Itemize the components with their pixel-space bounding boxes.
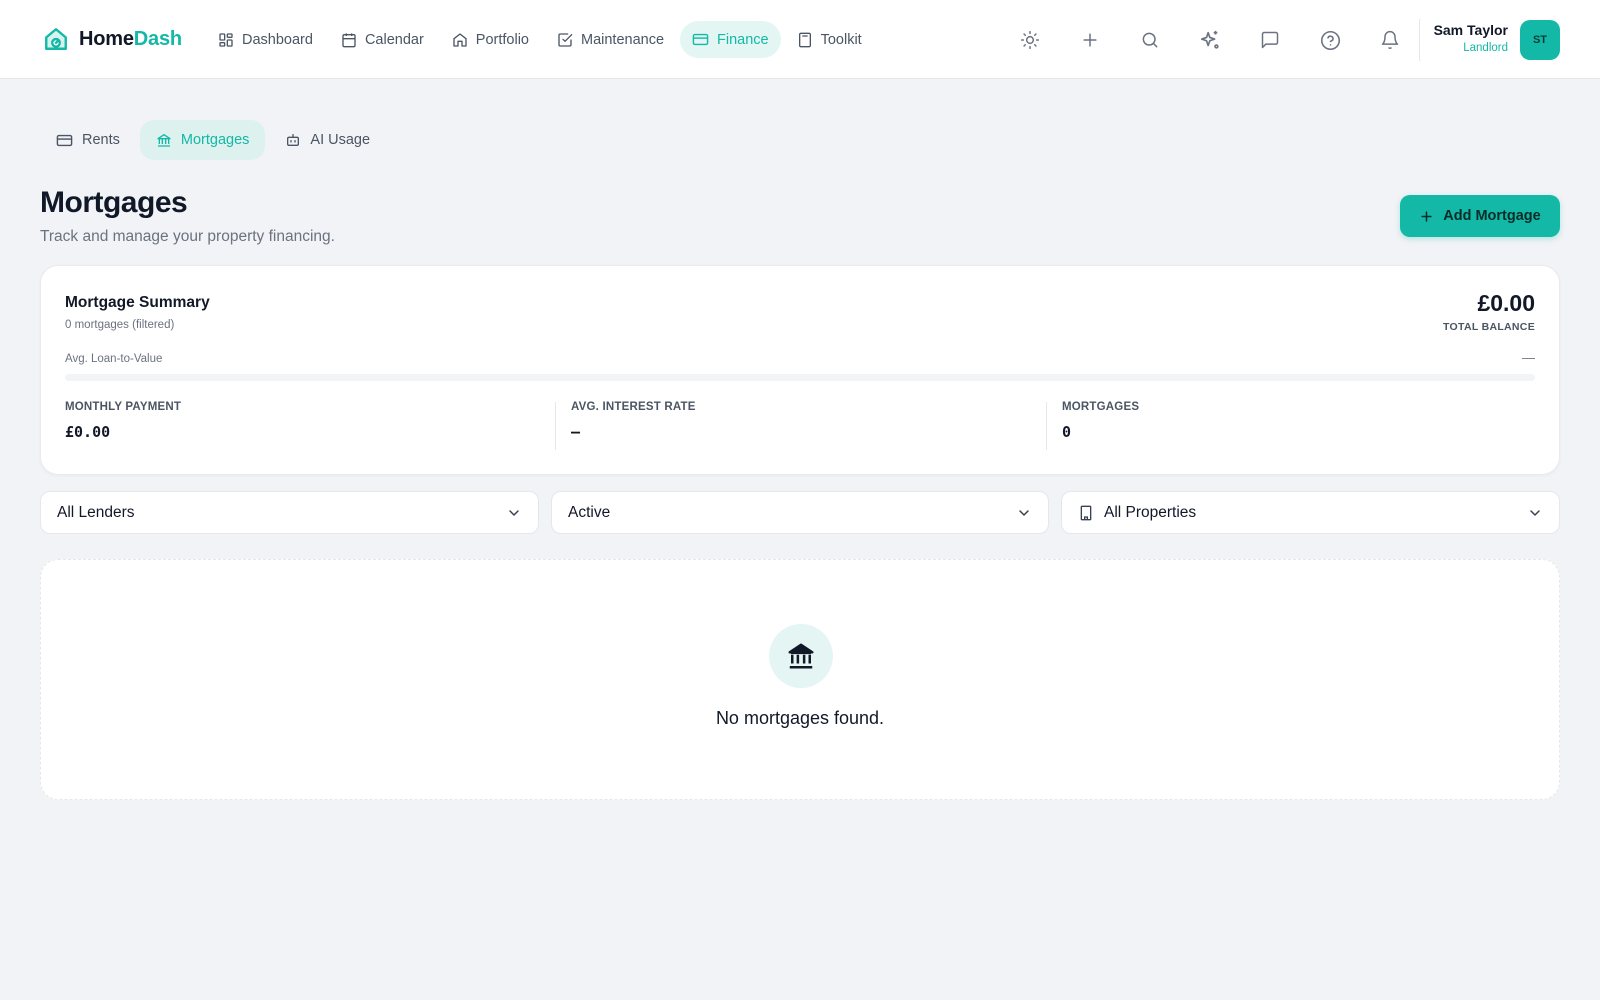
mortgage-summary-card: Mortgage Summary 0 mortgages (filtered) … [40,265,1560,475]
summary-title: Mortgage Summary [65,294,210,311]
tab-label: Rents [82,132,120,148]
nav-item-label: Calendar [364,31,424,48]
tab-mortgages[interactable]: Mortgages [139,120,266,160]
calculator-icon [797,32,813,48]
nav-item-calendar[interactable]: Calendar [329,21,436,58]
stat-value: 0 [1062,423,1072,441]
ltv-value: — [1522,350,1535,365]
property-filter-select[interactable]: All Properties [1061,491,1560,534]
sparkles-icon[interactable] [1180,27,1240,53]
stat-label: MONTHLY PAYMENT [65,401,182,413]
lender-filter-select[interactable]: All Lenders [40,491,539,534]
sun-icon[interactable] [1000,27,1060,53]
lender-filter-value: All Lenders [57,503,135,521]
nav-item-label: Toolkit [820,31,862,48]
grid-icon [218,32,234,48]
plus-icon[interactable] [1060,27,1120,53]
nav-item-toolkit[interactable]: Toolkit [785,21,874,58]
stat-label: MORTGAGES [1062,401,1140,413]
nav-item-dashboard[interactable]: Dashboard [206,21,325,58]
tab-label: AI Usage [310,132,371,148]
calendar-icon [341,32,357,48]
tab-rents[interactable]: Rents [40,120,136,160]
bank-icon [156,132,172,148]
page-title: Mortgages [40,186,188,219]
total-balance-label: TOTAL BALANCE [1443,321,1535,333]
status-filter-select[interactable]: Active [551,491,1049,534]
mortgages-empty-state: No mortgages found. [40,559,1560,800]
summary-subtitle: 0 mortgages (filtered) [65,319,175,331]
status-filter-value: Active [568,503,611,521]
brand-name: HomeDash [79,27,182,50]
chevron-down-icon [1527,505,1543,521]
chevron-down-icon [1016,505,1032,521]
nav-item-label: Finance [717,31,769,48]
plus-icon [1419,209,1434,224]
bank-icon [769,624,833,688]
bot-icon [285,132,301,148]
stat-value: — [571,423,581,441]
home-icon [452,32,468,48]
credit-card-icon [692,31,709,48]
nav-item-label: Portfolio [475,31,529,48]
checkbox-icon [557,32,573,48]
user-name: Sam Taylor [1433,22,1508,38]
stat-divider [1046,402,1047,450]
logo[interactable]: HomeDash [43,26,182,52]
total-balance-value: £0.00 [1477,290,1535,316]
tab-label: Mortgages [180,132,250,148]
empty-state-message: No mortgages found. [715,708,885,728]
avatar[interactable]: ST [1520,20,1560,60]
property-filter-value: All Properties [1104,503,1197,521]
nav-item-maintenance[interactable]: Maintenance [545,21,676,58]
nav-item-label: Maintenance [580,31,665,48]
building-icon [1078,505,1094,521]
help-icon[interactable] [1300,27,1360,53]
bell-icon[interactable] [1360,27,1420,53]
page-subtitle: Track and manage your property financing… [40,228,335,245]
toolbar [1000,27,1420,53]
tab-ai-usage[interactable]: AI Usage [269,120,386,160]
add-mortgage-button[interactable]: Add Mortgage [1400,195,1560,237]
search-icon[interactable] [1120,27,1180,53]
ltv-label: Avg. Loan-to-Value [65,353,163,365]
finance-subtabs: Rents Mortgages AI Usage [40,120,386,160]
add-mortgage-label: Add Mortgage [1443,208,1541,224]
stat-value: £0.00 [65,423,111,441]
chevron-down-icon [506,505,522,521]
house-logo-icon [43,26,69,52]
nav-item-finance[interactable]: Finance [680,21,781,58]
main-nav: Dashboard Calendar Portfolio Maintenance… [206,21,874,58]
top-bar: HomeDash Dashboard Calendar Portfolio Ma… [0,0,1600,79]
toolbar-divider [1419,19,1420,61]
avg-interest-rate-stat: AVG. INTEREST RATE — [571,401,696,449]
stat-label: AVG. INTEREST RATE [571,401,696,413]
nav-item-label: Dashboard [242,31,313,48]
monthly-payment-stat: MONTHLY PAYMENT £0.00 [65,401,181,449]
user-info[interactable]: Sam Taylor Landlord [1434,22,1508,54]
ltv-progress-bar [65,374,1535,381]
mortgages-count-stat: MORTGAGES 0 [1062,401,1139,449]
credit-card-icon [56,132,73,149]
stat-divider [555,402,556,450]
user-role: Landlord [1463,42,1508,54]
message-icon[interactable] [1240,27,1300,53]
nav-item-portfolio[interactable]: Portfolio [440,21,541,58]
